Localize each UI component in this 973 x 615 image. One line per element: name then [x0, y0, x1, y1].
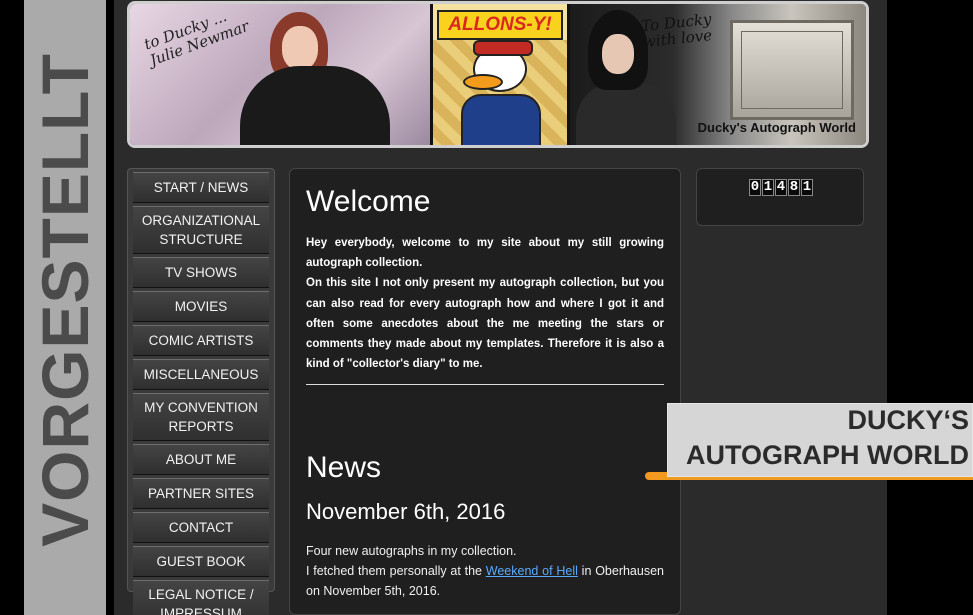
nav-item-partner-sites[interactable]: PARTNER SITES: [133, 478, 269, 509]
nav-item-miscellaneous[interactable]: MISCELLANEOUS: [133, 359, 269, 390]
content-divider: [306, 384, 664, 386]
duck-beak: [463, 74, 503, 90]
certificate-image: [730, 20, 854, 120]
news-body: Four new autographs in my collection. I …: [306, 541, 664, 601]
welcome-text: Hey everybody, welcome to my site about …: [306, 233, 664, 374]
header-banner: to Ducky ... Julie Newmar ALLONS-Y! To D…: [127, 1, 869, 148]
news-title: News: [306, 451, 382, 485]
nav-item-about-me[interactable]: ABOUT ME: [133, 444, 269, 475]
counter-digit: 0: [749, 179, 761, 196]
visitor-counter: 0 1 4 8 1: [749, 179, 813, 196]
duck-coat: [461, 94, 541, 145]
welcome-paragraph-2: On this site I not only present my autog…: [306, 277, 664, 371]
left-strip: VORGESTELLT: [24, 0, 106, 615]
news-line-1: Four new autographs in my collection.: [306, 544, 517, 559]
nav-item-convention-reports[interactable]: MY CONVENTION REPORTS: [133, 393, 269, 441]
nav-item-organizational-structure[interactable]: ORGANIZATIONAL STRUCTURE: [133, 206, 269, 254]
news-date: November 6th, 2016: [306, 499, 506, 525]
counter-digit: 1: [801, 179, 813, 196]
nav-item-guest-book[interactable]: GUEST BOOK: [133, 546, 269, 577]
nav-item-contact[interactable]: CONTACT: [133, 512, 269, 543]
portrait-right-face: [602, 34, 634, 74]
nav-item-legal-notice[interactable]: LEGAL NOTICE / IMPRESSUM: [133, 580, 269, 615]
portrait-body: [240, 66, 390, 145]
signature-right: To Ducky with love: [640, 9, 713, 51]
banner-photo-right: To Ducky with love Ducky's Autograph Wor…: [570, 4, 866, 145]
banner-photo-left: to Ducky ... Julie Newmar: [130, 4, 430, 145]
overlay-line-2: AUTOGRAPH WORLD: [686, 440, 969, 470]
nav-item-movies[interactable]: MOVIES: [133, 291, 269, 322]
portrait-face: [282, 26, 318, 70]
visitor-counter-box: 0 1 4 8 1: [696, 168, 864, 226]
news-line-2: I fetched them personally at the Weekend…: [306, 561, 664, 601]
main-navigation: START / NEWS ORGANIZATIONAL STRUCTURE TV…: [127, 168, 275, 615]
weekend-of-hell-link[interactable]: Weekend of Hell: [486, 564, 578, 578]
signature-left: to Ducky ... Julie Newmar: [141, 6, 252, 69]
duck-hat: [473, 40, 533, 56]
counter-digit: 4: [775, 179, 787, 196]
vertical-label: VORGESTELLT: [28, 53, 102, 547]
news-line-2-pre: I fetched them personally at the: [306, 564, 486, 579]
overlay-line-1: DUCKY‘S: [847, 405, 969, 435]
nav-item-tv-shows[interactable]: TV SHOWS: [133, 257, 269, 288]
nav-item-comic-artists[interactable]: COMIC ARTISTS: [133, 325, 269, 356]
portrait-right-body: [576, 82, 676, 145]
welcome-paragraph-1: Hey everybody, welcome to my site about …: [306, 237, 664, 270]
comic-title: ALLONS-Y!: [437, 10, 563, 40]
banner-comic-panel: ALLONS-Y!: [433, 4, 567, 145]
certificate-frame: [741, 31, 843, 109]
welcome-title: Welcome: [306, 185, 431, 218]
main-content: Welcome Hey everybody, welcome to my sit…: [289, 168, 681, 615]
counter-digit: 1: [762, 179, 774, 196]
nav-item-start-news[interactable]: START / NEWS: [133, 172, 269, 203]
site-title-overlay: DUCKY‘S AUTOGRAPH WORLD: [667, 403, 973, 477]
counter-digit: 8: [788, 179, 800, 196]
banner-caption: Ducky's Autograph World: [697, 120, 856, 135]
